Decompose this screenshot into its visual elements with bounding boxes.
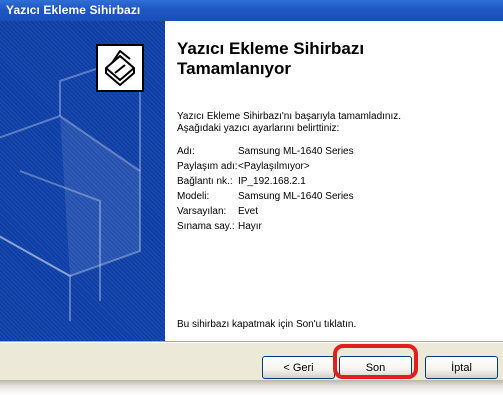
back-button[interactable]: < Geri [262, 356, 335, 379]
settings-row-name: Adı: Samsung ML-1640 Series [177, 144, 477, 159]
page-title-line1: Yazıcı Ekleme Sihirbazı [177, 39, 365, 58]
settings-row-port: Bağlantı nk.: IP_192.168.2.1 [177, 174, 477, 189]
settings-label: Paylaşım adı: [177, 161, 238, 172]
settings-value: IP_192.168.2.1 [238, 176, 306, 187]
printer-icon [96, 44, 144, 92]
window-bottom-edge [0, 380, 503, 395]
settings-label: Adı: [177, 146, 195, 157]
intro-line2: Aşağıdaki yazıcı ayarlarını belirttiniz: [177, 123, 340, 134]
settings-label: Sınama say.: [177, 221, 235, 232]
intro-line1: Yazıcı Ekleme Sihirbazı'nı başarıyla tam… [177, 111, 402, 122]
button-bar: < Geri Son İptal [0, 343, 503, 380]
settings-label: Modeli: [177, 191, 210, 202]
settings-value: <Paylaşılmıyor> [238, 161, 310, 172]
window-title: Yazıcı Ekleme Sihirbazı [0, 0, 503, 21]
settings-label: Varsayılan: [177, 206, 227, 217]
wizard-content: Yazıcı Ekleme Sihirbazı Tamamlanıyor Yaz… [165, 21, 503, 341]
settings-row-default: Varsayılan: Evet [177, 204, 477, 219]
settings-value: Samsung ML-1640 Series [238, 191, 354, 202]
settings-label: Bağlantı nk.: [177, 176, 233, 187]
printer-settings-list: Adı: Samsung ML-1640 Series Paylaşım adı… [177, 144, 477, 234]
intro-text: Yazıcı Ekleme Sihirbazı'nı başarıyla tam… [177, 111, 487, 135]
wizard-side-panel [0, 21, 165, 341]
settings-row-test-page: Sınama say.: Hayır [177, 219, 477, 234]
finish-button-highlight [333, 344, 418, 379]
page-title-line2: Tamamlanıyor [177, 59, 292, 78]
settings-value: Samsung ML-1640 Series [238, 146, 354, 157]
page-title: Yazıcı Ekleme Sihirbazı Tamamlanıyor [177, 39, 477, 79]
settings-value: Hayır [238, 221, 262, 232]
settings-row-model: Modeli: Samsung ML-1640 Series [177, 189, 477, 204]
settings-value: Evet [238, 206, 259, 217]
finish-instruction: Bu sihirbazı kapatmak için Son'u tıklatı… [177, 319, 357, 330]
settings-row-share-name: Paylaşım adı: <Paylaşılmıyor> [177, 159, 477, 174]
cancel-button[interactable]: İptal [425, 356, 498, 379]
